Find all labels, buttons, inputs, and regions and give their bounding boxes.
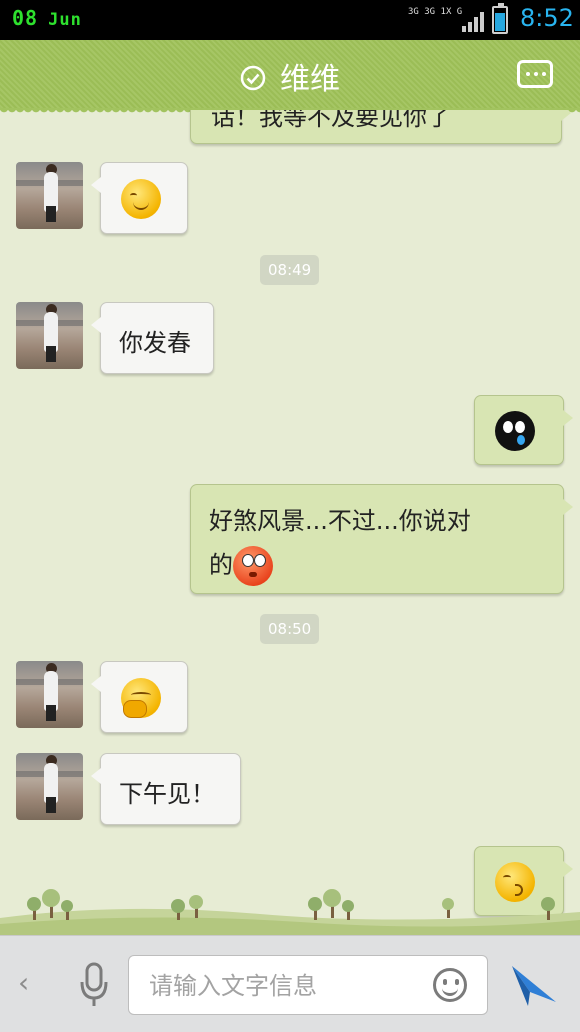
status-time: 8:52 <box>520 4 574 32</box>
send-icon[interactable] <box>510 962 558 1008</box>
back-arrow-icon[interactable]: ‹ <box>18 966 29 999</box>
message-text: 的 <box>209 551 233 579</box>
chat-area[interactable]: 话！我等不及要见你了 08:49 你发春 好煞风景...不过...你说对 的 0… <box>0 110 580 935</box>
timestamp: 08:49 <box>260 255 320 285</box>
message-input-box[interactable] <box>128 955 488 1015</box>
avatar[interactable] <box>16 661 83 728</box>
status-bar: 08 Jun 3G 3G 1X G 8:52 <box>0 0 580 40</box>
network-indicators: 3G 3G 1X G <box>408 7 462 17</box>
status-day: 08 <box>12 6 39 30</box>
message-bubble-left[interactable]: 你发春 <box>91 302 214 374</box>
chat-title: 维维 <box>280 62 340 97</box>
chat-title-wrap: 维维 <box>0 54 580 98</box>
input-bar: ‹ <box>0 935 580 1032</box>
check-circle-icon <box>240 65 266 90</box>
network-label-3: 1X <box>440 7 452 17</box>
red-face-emoji <box>233 546 273 586</box>
message-bubble-right[interactable]: 好煞风景...不过...你说对 的 <box>190 484 573 594</box>
message-text-line2: 的 <box>209 543 545 587</box>
chat-header: 维维 <box>0 40 580 116</box>
message-input[interactable] <box>147 968 421 1004</box>
status-month: Jun <box>48 10 82 30</box>
signal-icon <box>462 12 484 32</box>
smiley-icon[interactable] <box>433 968 467 1002</box>
battery-icon <box>492 3 508 34</box>
avatar[interactable] <box>16 162 83 229</box>
smile-emoji <box>121 179 161 219</box>
microphone-icon[interactable] <box>80 962 108 1008</box>
message-text: 下午见！ <box>119 780 215 808</box>
message-bubble-left[interactable] <box>91 162 188 234</box>
more-dots-icon[interactable] <box>517 60 553 88</box>
message-bubble-left[interactable]: 下午见！ <box>91 753 241 825</box>
avatar[interactable] <box>16 753 83 820</box>
network-label-2: 3G <box>424 7 436 17</box>
grass-decoration <box>0 889 580 935</box>
timestamp: 08:50 <box>260 614 320 644</box>
covering-mouth-emoji <box>121 678 161 718</box>
status-date: 08 Jun <box>12 6 82 30</box>
message-bubble-right[interactable] <box>474 395 573 465</box>
black-crying-emoji <box>495 411 535 451</box>
message-text: 好煞风景...不过...你说对 <box>209 507 471 535</box>
message-text: 你发春 <box>119 329 191 357</box>
message-bubble-right[interactable]: 话！我等不及要见你了 <box>190 110 571 144</box>
message-bubble-left[interactable] <box>91 661 188 733</box>
avatar[interactable] <box>16 302 83 369</box>
message-text: 话！我等不及要见你了 <box>211 110 451 131</box>
network-label-1: 3G <box>408 7 419 17</box>
